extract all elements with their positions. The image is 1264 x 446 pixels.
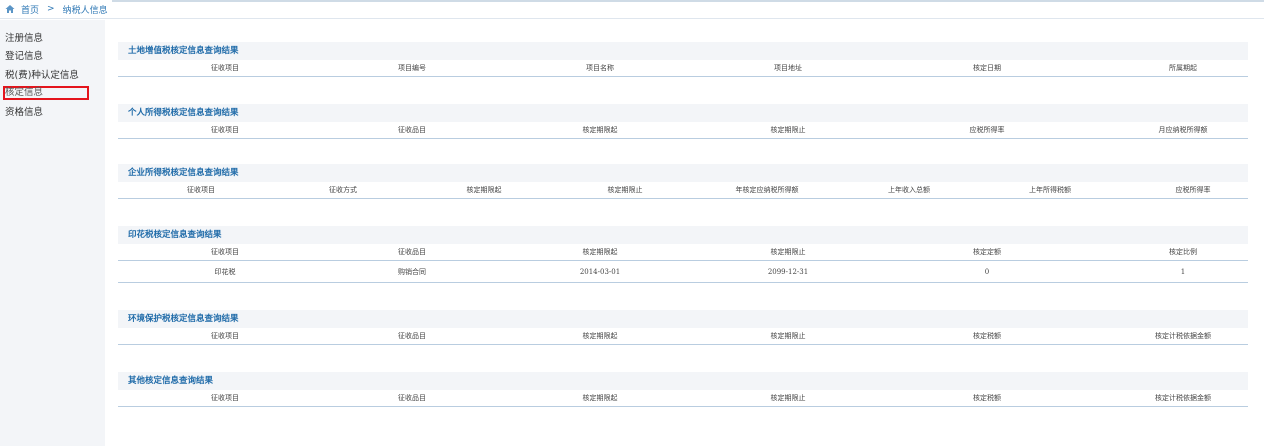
breadcrumb: 首页 > 纳税人信息 (0, 0, 1264, 19)
table-cell: 印花税 (214, 268, 236, 276)
top-divider (112, 0, 1264, 2)
section-corporate-income-tax: 企业所得税核定信息查询结果 征收项目 征收方式 核定期限起 核定期限止 年核定应… (118, 164, 1248, 199)
column-header: 征收品目 (398, 248, 426, 256)
column-header: 所属期起 (1169, 64, 1197, 72)
column-header: 核定期限止 (770, 332, 806, 340)
column-header: 征收方式 (329, 186, 357, 194)
section-title: 其他核定信息查询结果 (118, 372, 1248, 390)
table-row: 印花税 购销合同 2014-03-01 2099-12-31 0 1 (118, 261, 1248, 283)
column-header: 核定期限起 (466, 186, 502, 194)
column-header: 核定定额 (973, 248, 1001, 256)
table-cell: 2014-03-01 (579, 268, 621, 276)
section-title: 环境保护税核定信息查询结果 (118, 310, 1248, 328)
section-stamp-tax: 印花税核定信息查询结果 征收项目 征收品目 核定期限起 核定期限止 核定定额 核… (118, 226, 1248, 283)
column-header: 征收品目 (398, 332, 426, 340)
column-header: 征收品目 (398, 394, 426, 402)
table-header: 征收项目 征收品目 核定期限起 核定期限止 核定税额 核定计税依据金额 (118, 390, 1248, 407)
section-environmental-tax: 环境保护税核定信息查询结果 征收项目 征收品目 核定期限起 核定期限止 核定税额… (118, 310, 1248, 345)
column-header: 核定期限起 (582, 248, 618, 256)
column-header: 征收品目 (398, 126, 426, 134)
table-cell: 0 (984, 268, 990, 276)
column-header: 核定期限起 (582, 394, 618, 402)
column-header: 核定计税依据金额 (1155, 332, 1211, 340)
column-header: 征收项目 (187, 186, 215, 194)
column-header: 征收项目 (211, 332, 239, 340)
sidebar-item-registration[interactable]: 注册信息 (5, 32, 43, 45)
table-header: 征收项目 项目编号 项目名称 项目地址 核定日期 所属期起 (118, 60, 1248, 77)
section-other: 其他核定信息查询结果 征收项目 征收品目 核定期限起 核定期限止 核定税额 核定… (118, 372, 1248, 407)
column-header: 上年所得税额 (1029, 186, 1071, 194)
column-header: 征收项目 (211, 248, 239, 256)
table-cell: 1 (1180, 268, 1186, 276)
home-icon[interactable] (5, 4, 15, 14)
column-header: 核定期限止 (770, 126, 806, 134)
column-header: 核定期限起 (582, 332, 618, 340)
column-header: 核定比例 (1169, 248, 1197, 256)
breadcrumb-separator: > (47, 4, 55, 14)
column-header: 征收项目 (211, 394, 239, 402)
breadcrumb-home[interactable]: 首页 (21, 3, 39, 16)
column-header: 应税所得率 (1175, 186, 1211, 194)
table-header: 征收项目 征收品目 核定期限起 核定期限止 应税所得率 月应纳税所得额 (118, 122, 1248, 139)
column-header: 核定税额 (973, 332, 1001, 340)
table-cell: 2099-12-31 (767, 268, 809, 276)
column-header: 核定期限止 (770, 248, 806, 256)
column-header: 核定日期 (973, 64, 1001, 72)
column-header: 月应纳税所得额 (1158, 126, 1208, 134)
section-title: 个人所得税核定信息查询结果 (118, 104, 1248, 122)
section-title: 印花税核定信息查询结果 (118, 226, 1248, 244)
column-header: 核定期限起 (582, 126, 618, 134)
sidebar-item-tax-type[interactable]: 税(费)种认定信息 (5, 69, 79, 82)
column-header: 核定计税依据金额 (1155, 394, 1211, 402)
column-header: 核定期限止 (770, 394, 806, 402)
table-header: 征收项目 征收品目 核定期限起 核定期限止 核定税额 核定计税依据金额 (118, 328, 1248, 345)
table-header: 征收项目 征收品目 核定期限起 核定期限止 核定定额 核定比例 (118, 244, 1248, 261)
sidebar-item-assessment[interactable]: 核定信息 (3, 86, 89, 100)
column-header: 项目编号 (398, 64, 426, 72)
breadcrumb-current[interactable]: 纳税人信息 (63, 3, 108, 16)
column-header: 核定税额 (973, 394, 1001, 402)
column-header: 核定期限止 (607, 186, 643, 194)
column-header: 征收项目 (211, 64, 239, 72)
table-cell: 购销合同 (398, 268, 426, 276)
column-header: 项目名称 (586, 64, 614, 72)
section-title: 企业所得税核定信息查询结果 (118, 164, 1248, 182)
column-header: 应税所得率 (969, 126, 1005, 134)
section-land-vat: 土地增值税核定信息查询结果 征收项目 项目编号 项目名称 项目地址 核定日期 所… (118, 42, 1248, 77)
section-title: 土地增值税核定信息查询结果 (118, 42, 1248, 60)
column-header: 上年收入总额 (888, 186, 930, 194)
column-header: 年核定应纳税所得额 (735, 186, 799, 194)
sidebar: 注册信息 登记信息 税(费)种认定信息 核定信息 资格信息 (0, 20, 105, 446)
column-header: 征收项目 (211, 126, 239, 134)
section-individual-income-tax: 个人所得税核定信息查询结果 征收项目 征收品目 核定期限起 核定期限止 应税所得… (118, 104, 1248, 139)
sidebar-item-qualification[interactable]: 资格信息 (5, 106, 43, 119)
column-header: 项目地址 (774, 64, 802, 72)
table-header: 征收项目 征收方式 核定期限起 核定期限止 年核定应纳税所得额 上年收入总额 上… (118, 182, 1248, 199)
sidebar-item-enrollment[interactable]: 登记信息 (5, 50, 43, 63)
